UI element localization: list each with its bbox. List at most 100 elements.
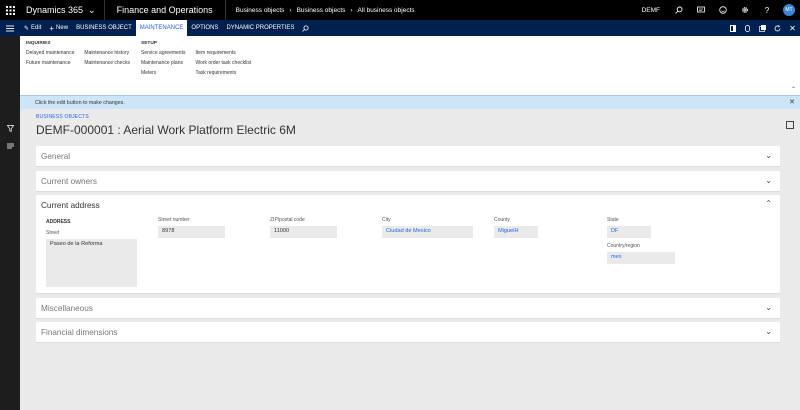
fasttab-title: Current owners [41,176,97,186]
hamburger-menu-icon[interactable] [0,20,20,36]
street-input[interactable]: Paseo de la Reforma [46,239,137,287]
country-field: Country/region mex [607,243,675,264]
fasttab-header[interactable]: Current address ⌃ [36,195,780,215]
meters-button[interactable]: Meters [141,70,185,76]
ribbon-group-inquiries: INQUIRIES Delayed maintenance Future mai… [26,41,130,70]
delayed-maintenance-button[interactable]: Delayed maintenance [26,50,74,56]
fasttab-title: Current address [41,200,100,210]
zip-input[interactable]: 11000 [270,226,337,238]
work-order-task-checklist-button[interactable]: Work order task checklist [195,60,251,66]
field-label: City [382,217,391,223]
street-field: Street Paseo de la Reforma [46,230,137,287]
fasttab-current-address: Current address ⌃ ADDRESS Street Paseo d… [36,195,780,294]
fasttab-miscellaneous[interactable]: Miscellaneous ⌄ [36,298,780,319]
county-input[interactable]: MiguelH [494,226,538,238]
user-avatar-button[interactable]: MT [778,0,800,20]
maintenance-checks-button[interactable]: Maintenance checks [84,60,130,66]
chevron-up-icon: ⌃ [765,199,772,208]
company-picker[interactable]: DEMF [634,7,668,14]
fasttab-general[interactable]: General ⌄ [36,146,780,167]
ribbon-maintenance: INQUIRIES Delayed maintenance Future mai… [20,36,800,95]
collapse-ribbon-icon[interactable]: ⌃ [791,86,796,93]
chevron-right-icon: › [289,6,292,14]
fasttab-financial-dimensions[interactable]: Financial dimensions ⌄ [36,322,780,343]
state-input[interactable]: DF [607,226,651,238]
fasttab-current-owners[interactable]: Current owners ⌄ [36,171,780,192]
dismiss-message-icon[interactable]: ✕ [789,98,795,106]
tab-options[interactable]: OPTIONS [187,20,222,36]
breadcrumb-item[interactable]: Business objects [297,7,346,14]
city-field: City Ciudad de Mexico [382,217,473,238]
maintenance-plans-button[interactable]: Maintenance plans [141,60,185,66]
address-group-heading: ADDRESS [46,219,71,225]
top-navigation-bar: Dynamics 365 ⌄ Finance and Operations Bu… [0,0,800,20]
page-caption[interactable]: BUSINESS OBJECTS [36,114,89,120]
field-label: Street number [158,217,190,223]
app-launcher-icon[interactable] [0,0,20,20]
message-text: Click the edit button to make changes. [35,99,125,106]
avatar: MT [783,4,795,16]
country-input[interactable]: mex [607,252,675,264]
state-field: State DF [607,217,651,238]
chevron-right-icon: › [350,6,353,14]
left-navigation [0,36,20,410]
field-label: Country/region [607,243,640,249]
filter-icon[interactable] [0,119,20,137]
county-field: County MiguelH [494,217,538,238]
close-icon[interactable]: ✕ [785,20,800,36]
new-button[interactable]: + New [45,20,72,36]
field-label: Street [46,230,60,236]
item-requirements-button[interactable]: Item requirements [195,50,251,56]
action-search-icon[interactable] [298,20,313,36]
ribbon-group-title: SETUP [141,41,157,46]
tab-maintenance[interactable]: MAINTENANCE [135,20,188,36]
ribbon-group-setup: SETUP Service agreements Maintenance pla… [141,41,251,80]
office-icon[interactable] [725,20,740,36]
tab-business-object[interactable]: BUSINESS OBJECT [72,20,136,36]
edit-button-label: Edit [31,25,42,31]
fasttab-title: Financial dimensions [41,327,118,337]
tab-dynamic-properties[interactable]: DYNAMIC PROPERTIES [222,20,298,36]
feedback-smiley-icon[interactable] [712,0,734,20]
action-pane: ✎ Edit + New BUSINESS OBJECT MAINTENANCE… [0,20,800,36]
street-number-input[interactable]: 8978 [158,226,225,238]
plus-icon: + [49,23,55,33]
app-name[interactable]: Finance and Operations [105,0,226,20]
chevron-down-icon: ⌄ [765,176,772,185]
breadcrumb: Business objects › Business objects › Al… [226,7,415,14]
breadcrumb-item[interactable]: Business objects [236,7,285,14]
help-icon[interactable]: ? [756,0,778,20]
field-label: County [494,217,510,223]
refresh-icon[interactable] [770,20,785,36]
chevron-down-icon: ⌄ [88,4,96,15]
gear-icon[interactable] [734,0,756,20]
edit-button[interactable]: ✎ Edit [20,20,45,36]
future-maintenance-button[interactable]: Future maintenance [26,60,74,66]
message-bar: Click the edit button to make changes. ✕ [20,95,800,109]
new-button-label: New [56,25,69,31]
zip-field: ZIP/postal code 11000 [270,217,337,238]
factbox-toggle-icon[interactable] [786,121,794,129]
chevron-down-icon: ⌄ [765,327,772,336]
ribbon-group-title: INQUIRIES [26,41,51,46]
message-icon[interactable] [690,0,712,20]
attach-icon[interactable] [740,20,755,36]
field-label: ZIP/postal code [270,217,305,223]
chevron-down-icon: ⌄ [765,151,772,160]
maintenance-history-button[interactable]: Maintenance history [84,50,130,56]
city-input[interactable]: Ciudad de Mexico [382,226,473,238]
fasttab-title: Miscellaneous [41,303,93,313]
list-icon[interactable] [0,137,20,155]
page-title: DEMF-000001 : Aerial Work Platform Elect… [36,123,296,137]
open-new-window-icon[interactable] [755,20,770,36]
pencil-icon: ✎ [24,25,30,32]
field-label: State [607,217,619,223]
product-switcher[interactable]: Dynamics 365 ⌄ [20,0,105,20]
chevron-down-icon: ⌄ [765,303,772,312]
street-number-field: Street number 8978 [158,217,225,238]
search-icon[interactable] [668,0,690,20]
fasttab-title: General [41,151,71,161]
service-agreements-button[interactable]: Service agreements [141,50,185,56]
breadcrumb-item[interactable]: All business objects [358,7,415,14]
task-requirements-button[interactable]: Task requirements [195,70,251,76]
